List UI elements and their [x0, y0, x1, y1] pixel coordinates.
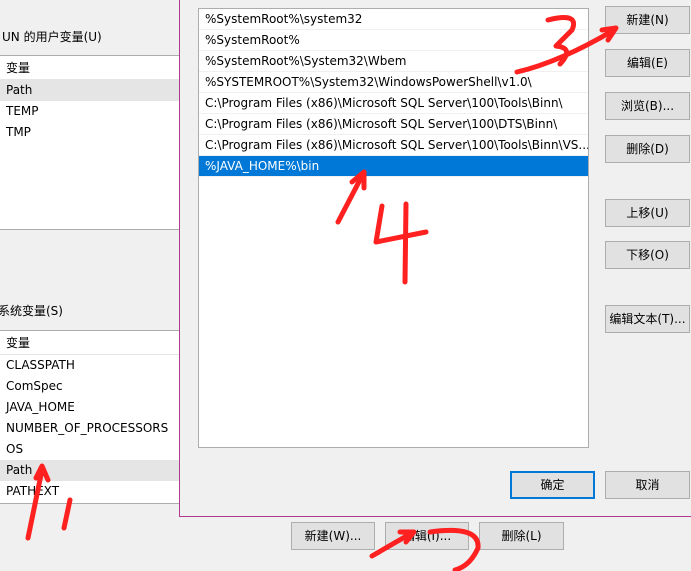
annotation-arrow-1: [25, 463, 51, 541]
annotation-arrow-2: [369, 529, 417, 559]
annotation-numeral-1: [61, 497, 73, 531]
annotation-arrow-4: [335, 169, 367, 225]
annotation-numeral-4: [373, 201, 429, 285]
annotation-overlay: [25, 15, 619, 571]
annotation-numeral-2: [427, 527, 481, 571]
